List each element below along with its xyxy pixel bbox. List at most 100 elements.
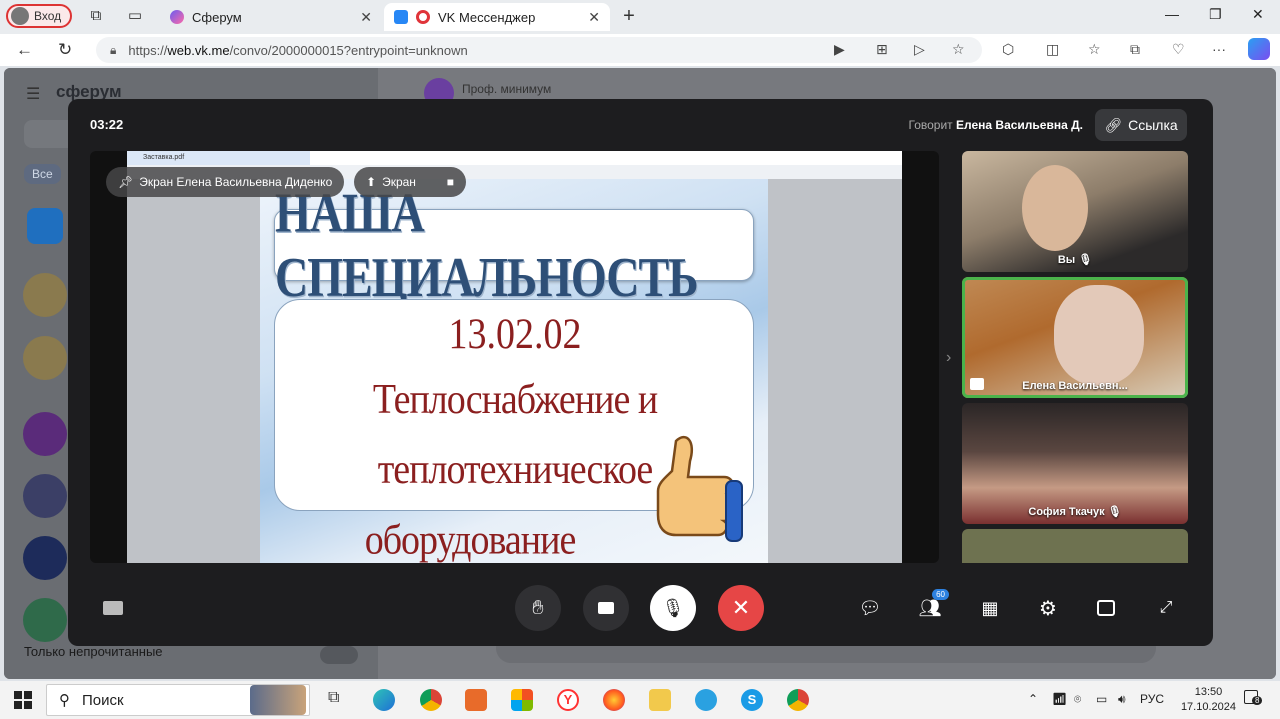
show-hidden-icons[interactable]: ⌃ [1028, 692, 1038, 706]
notification-count: 8 [1252, 696, 1263, 705]
windows-taskbar: ⚲ Поиск ⧉ Y S ⌃ 📶︎ ⌾ ▭ 🔊︎ РУС 13:50 17.1… [0, 681, 1280, 719]
chat-title: Проф. минимум [462, 82, 552, 96]
browser-essentials-icon[interactable]: ♡ [1172, 41, 1185, 58]
expand-icon: ⤢ [1159, 599, 1173, 616]
chat-avatar[interactable] [23, 598, 67, 642]
minimize-icon[interactable]: — [1165, 6, 1179, 22]
end-call-button[interactable]: ✕ [718, 585, 764, 631]
profile-button[interactable]: Вход [6, 4, 72, 28]
tab-actions-icon[interactable]: ▭ [126, 7, 144, 25]
participant-tile[interactable]: София Ткачук 🎙︎ [962, 403, 1188, 524]
link-button[interactable]: 🔗︎ Ссылка [1095, 109, 1187, 141]
chat-avatar[interactable] [23, 273, 67, 317]
copilot-icon[interactable] [1248, 38, 1270, 60]
app-available-icon[interactable]: ⊞ [876, 41, 888, 58]
chat-avatar[interactable] [23, 536, 67, 580]
people-icon: 👥︎ [918, 597, 942, 618]
store-icon[interactable] [511, 689, 533, 711]
collapse-tiles-icon[interactable]: › [946, 349, 951, 367]
screen-owner-chip[interactable]: 📌︎ Экран Елена Васильевна Диденко [106, 167, 345, 197]
participant-tile-active[interactable]: Елена Васильевн... [962, 277, 1188, 398]
meet-now-icon[interactable]: ⌾ [1074, 692, 1081, 707]
participants-button[interactable]: 👥︎ 60 [915, 589, 949, 623]
refresh-icon[interactable]: ↻ [58, 40, 72, 60]
restore-icon[interactable]: ❐ [1209, 6, 1222, 23]
participant-tile[interactable]: Вы 🎙︎ [962, 151, 1188, 272]
microphone-button[interactable]: 🎙︎ [650, 585, 696, 631]
chrome-profile-icon[interactable] [787, 689, 809, 711]
clock[interactable]: 13:50 17.10.2024 [1181, 685, 1236, 715]
close-tab-icon[interactable]: ✕ [588, 9, 600, 26]
edge-icon[interactable] [373, 689, 395, 711]
screen-toggle-label: Экран [382, 175, 416, 189]
task-view-icon[interactable]: ⧉ [328, 689, 350, 711]
participant-name: Вы 🎙︎ [1057, 254, 1093, 266]
thumbs-up-icon [656, 435, 743, 542]
more-menu-icon[interactable]: ··· [1212, 41, 1226, 57]
raise-hand-button[interactable]: ✋︎ [515, 585, 561, 631]
extensions-icon[interactable]: ⬡ [1002, 41, 1014, 58]
favorites-icon[interactable]: ☆ [1088, 41, 1101, 58]
camera-permission-icon[interactable]: ▶︎ [834, 41, 845, 58]
clock-time: 13:50 [1194, 686, 1223, 698]
url-input[interactable]: 🔒︎ https://web.vk.me/convo/2000000015?en… [96, 37, 982, 63]
notification-center-icon[interactable]: 8 [1244, 690, 1263, 707]
firefox-icon[interactable] [603, 689, 625, 711]
mic-off-icon: 🎙︎ [1078, 254, 1093, 266]
battery-icon[interactable]: ▭ [1096, 692, 1107, 706]
back-icon[interactable]: ← [16, 40, 33, 60]
pip-button[interactable] [1091, 593, 1121, 623]
language-indicator[interactable]: РУС [1140, 692, 1164, 706]
close-tab-icon[interactable]: ✕ [360, 9, 372, 26]
volume-icon[interactable]: 🔊︎ [1118, 692, 1126, 707]
favorite-star-icon[interactable]: ☆ [952, 41, 965, 58]
picture-in-picture-icon [1097, 600, 1115, 616]
chrome-icon[interactable] [420, 689, 442, 711]
screen-owner-label: Экран Елена Васильевна Диденко [139, 175, 333, 189]
media-player-icon[interactable] [465, 689, 487, 711]
file-explorer-icon[interactable] [649, 689, 671, 711]
windows-start-icon[interactable] [14, 691, 32, 709]
sferum-favicon-icon [170, 10, 184, 24]
slide-title-box: НАША СПЕЦИАЛЬНОСТЬ [274, 182, 754, 308]
grid-view-button[interactable]: ▦ [975, 593, 1005, 623]
chat-avatar[interactable] [23, 412, 67, 456]
workspaces-icon[interactable]: ⧉ [87, 7, 105, 25]
settings-button[interactable]: ⚙︎ [1033, 593, 1063, 623]
telegram-icon[interactable] [695, 689, 717, 711]
camera-button[interactable] [583, 585, 629, 631]
search-highlight-icon[interactable] [250, 685, 306, 715]
participant-tile[interactable] [962, 529, 1188, 563]
speaking-indicator: Говорит Елена Васильевна Д. [909, 118, 1083, 132]
unread-only-toggle[interactable] [320, 646, 358, 664]
close-window-icon[interactable]: ✕ [1252, 6, 1264, 23]
chat-avatar[interactable] [23, 336, 67, 380]
specialty-code: 13.02.02 [448, 309, 582, 359]
hand-icon: ✋︎ [532, 596, 544, 619]
read-aloud-icon[interactable]: ▷ [914, 41, 925, 58]
yandex-browser-icon[interactable]: Y [557, 689, 579, 711]
fullscreen-button[interactable]: ⤢ [1151, 593, 1181, 623]
participants-count-badge: 60 [932, 589, 949, 600]
recording-icon [416, 10, 430, 24]
tab-title: Сферум [192, 9, 242, 25]
tab-vk-messenger[interactable]: VK Мессенджер ✕ [384, 3, 610, 31]
participant-name: Елена Васильевн... [1022, 380, 1128, 392]
split-screen-icon[interactable]: ◫ [1046, 41, 1059, 58]
chat-avatar[interactable] [27, 208, 63, 244]
menu-icon[interactable]: ☰ [26, 84, 40, 104]
share-screen-button[interactable] [98, 593, 128, 623]
filter-all-chip[interactable]: Все [24, 164, 61, 184]
chat-button[interactable]: 💬︎ [855, 593, 885, 623]
chat-avatar[interactable] [23, 474, 67, 518]
skype-icon[interactable]: S [741, 689, 763, 711]
participant-name: София Ткачук 🎙︎ [1028, 506, 1122, 518]
network-icon[interactable]: 📶︎ [1052, 692, 1067, 706]
screen-toggle-chip[interactable]: ⬆︎ Экран ■ [354, 167, 466, 197]
pin-icon: 📌︎ [118, 175, 134, 189]
url-scheme: https:// [128, 42, 168, 58]
new-tab-icon[interactable]: + [620, 6, 638, 26]
collections-icon[interactable]: ⧉ [1130, 41, 1140, 58]
clock-date: 17.10.2024 [1180, 701, 1236, 713]
tab-sferum[interactable]: Сферум ✕ [160, 3, 382, 31]
